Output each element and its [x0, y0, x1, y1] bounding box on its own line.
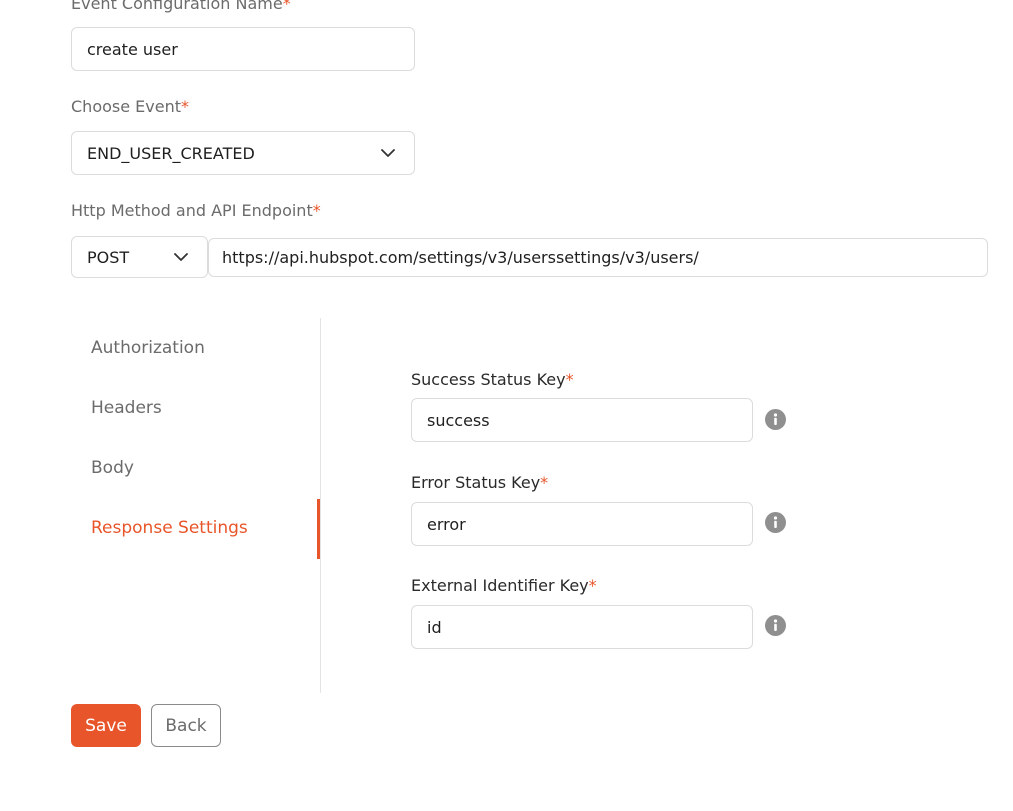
http-method-label: Http Method and API Endpoint* [71, 201, 321, 220]
external-identifier-key-label-text: External Identifier Key [411, 576, 589, 595]
event-configuration-page: Event Configuration Name* create user Ch… [0, 0, 1013, 811]
config-name-value: create user [87, 39, 178, 59]
choose-event-select[interactable]: END_USER_CREATED [71, 131, 415, 175]
tab-authorization[interactable]: Authorization [91, 338, 205, 358]
save-button[interactable]: Save [71, 704, 141, 747]
required-mark: * [282, 0, 291, 13]
config-name-label-text: Event Configuration Name [71, 0, 283, 13]
api-endpoint-input[interactable]: https://api.hubspot.com/settings/v3/user… [208, 238, 988, 277]
external-identifier-key-value: id [427, 617, 442, 637]
required-mark: * [312, 201, 321, 220]
external-identifier-key-label: External Identifier Key* [411, 576, 597, 595]
error-status-key-input[interactable]: error [411, 502, 753, 546]
http-method-label-text: Http Method and API Endpoint [71, 201, 313, 220]
required-mark: * [181, 97, 189, 116]
config-name-label: Event Configuration Name* [71, 0, 291, 13]
success-status-key-label-text: Success Status Key [411, 370, 566, 389]
info-icon[interactable] [765, 512, 786, 533]
api-endpoint-value: https://api.hubspot.com/settings/v3/user… [222, 248, 699, 267]
tab-headers[interactable]: Headers [91, 398, 162, 418]
success-status-key-label: Success Status Key* [411, 370, 574, 389]
http-method-value: POST [87, 247, 130, 267]
choose-event-value: END_USER_CREATED [87, 143, 255, 163]
success-status-key-input[interactable]: success [411, 398, 753, 442]
active-tab-indicator [317, 499, 320, 559]
chevron-down-icon [381, 149, 395, 157]
tab-response-settings[interactable]: Response Settings [91, 518, 248, 538]
info-icon[interactable] [765, 615, 786, 636]
info-icon[interactable] [765, 409, 786, 430]
required-mark: * [565, 370, 574, 389]
error-status-key-label-text: Error Status Key [411, 473, 541, 492]
required-mark: * [540, 473, 549, 492]
error-status-key-label: Error Status Key* [411, 473, 548, 492]
error-status-key-value: error [427, 514, 466, 534]
success-status-key-value: success [427, 410, 490, 430]
back-button[interactable]: Back [151, 704, 221, 747]
required-mark: * [588, 576, 597, 595]
tab-body[interactable]: Body [91, 458, 134, 478]
choose-event-label-text: Choose Event [71, 97, 181, 116]
chevron-down-icon [174, 253, 188, 261]
tabs-divider [320, 318, 321, 693]
external-identifier-key-input[interactable]: id [411, 605, 753, 649]
http-method-select[interactable]: POST [71, 236, 208, 278]
choose-event-label: Choose Event* [71, 97, 189, 116]
config-name-input[interactable]: create user [71, 27, 415, 71]
